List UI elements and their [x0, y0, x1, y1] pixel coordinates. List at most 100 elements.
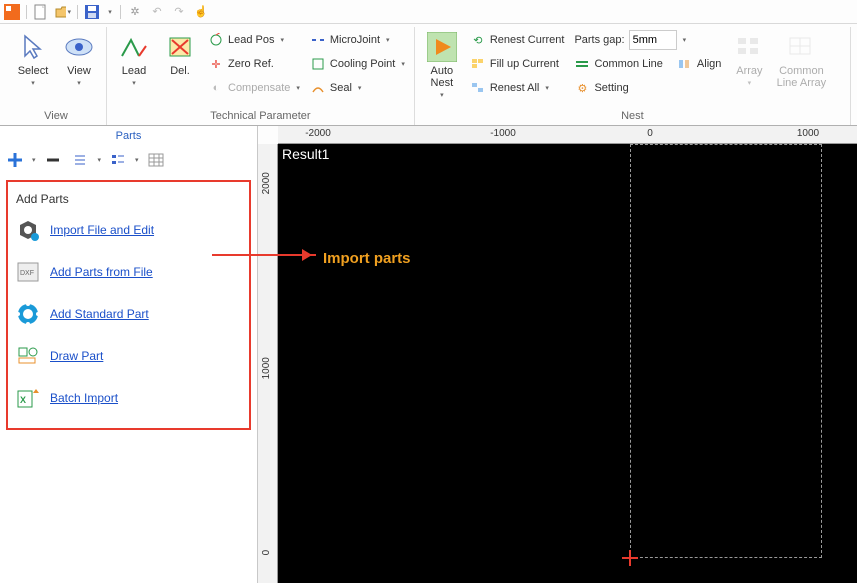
group-label-view: View [12, 108, 100, 125]
remove-icon[interactable] [42, 149, 64, 171]
vertical-ruler: 2000 1000 0 [258, 144, 278, 583]
setting-button[interactable]: ⚙Setting [571, 77, 724, 99]
play-icon [426, 31, 458, 63]
seal-icon [310, 80, 326, 96]
list-group-icon[interactable] [107, 149, 129, 171]
coolingpoint-button[interactable]: Cooling Point▾ [307, 53, 408, 75]
align-label: Align [697, 58, 721, 70]
separator [120, 5, 121, 19]
microjoint-icon [310, 32, 326, 48]
leadpos-icon [208, 32, 224, 48]
seal-label: Seal [330, 82, 352, 94]
redo-icon[interactable]: ↷ [171, 4, 187, 20]
lead-icon [118, 31, 150, 63]
add-from-file-link[interactable]: Add Parts from File [50, 265, 153, 279]
result-label: Result1 [282, 146, 329, 162]
side-panel: Parts ▾ ▾ ▾ Add Parts Import File and Ed… [0, 126, 258, 583]
main-area: Parts ▾ ▾ ▾ Add Parts Import File and Ed… [0, 126, 857, 583]
zeroref-label: Zero Ref. [228, 58, 274, 70]
view-label: View [67, 65, 91, 77]
batch-import-item[interactable]: X Batch Import [16, 386, 241, 410]
separator [26, 5, 27, 19]
array-label: Array [736, 65, 762, 77]
add-parts-box: Add Parts Import File and Edit DXF Add P… [6, 180, 251, 430]
canvas-area: -2000 -1000 0 1000 2000 1000 0 Result1 I… [258, 126, 857, 583]
open-file-icon[interactable] [55, 4, 71, 20]
annotation-arrow [212, 254, 316, 256]
lead-button[interactable]: Lead ▾ [113, 29, 155, 89]
commonlinearray-button: Common Line Array [774, 29, 828, 91]
import-file-edit-link[interactable]: Import File and Edit [50, 223, 154, 237]
add-standard-item[interactable]: Add Standard Part [16, 302, 241, 326]
renestall-label: Renest All [490, 82, 540, 94]
fillup-icon [470, 56, 486, 72]
commonline-label: Common Line [594, 58, 662, 70]
app-logo-icon [4, 4, 20, 20]
settings-gear-icon[interactable]: ✲ [127, 4, 143, 20]
undo-icon[interactable]: ↶ [149, 4, 165, 20]
new-file-icon[interactable] [33, 4, 49, 20]
grid-view-icon[interactable] [145, 149, 167, 171]
select-button[interactable]: Select ▾ [12, 29, 54, 89]
hand-cursor-icon[interactable]: ☝ [193, 4, 209, 20]
microjoint-button[interactable]: MicroJoint▾ [307, 29, 408, 51]
excel-import-icon: X [16, 386, 40, 410]
quick-access-toolbar: ▾ ✲ ↶ ↷ ☝ [0, 0, 857, 24]
coolingpoint-icon [310, 56, 326, 72]
cursor-icon [17, 31, 49, 63]
ribbon-group-view: Select ▾ View ▾ View [6, 27, 107, 125]
del-button[interactable]: Del. [159, 29, 201, 79]
import-file-edit-item[interactable]: Import File and Edit [16, 218, 241, 242]
commonlinearray-icon [785, 31, 817, 63]
separator [77, 5, 78, 19]
leadpos-button[interactable]: Lead Pos▾ [205, 29, 303, 51]
draw-part-link[interactable]: Draw Part [50, 349, 103, 363]
group-label-technical: Technical Parameter [113, 108, 408, 125]
gear-nut-icon [16, 218, 40, 242]
save-dropdown-icon[interactable]: ▾ [106, 4, 114, 20]
h-tick: 1000 [797, 128, 819, 139]
v-tick: 0 [261, 550, 272, 556]
dropdown-icon: ▾ [132, 79, 136, 87]
coolingpoint-label: Cooling Point [330, 58, 395, 70]
draw-part-item[interactable]: Draw Part [16, 344, 241, 368]
side-panel-title: Parts [0, 126, 257, 146]
renestcurrent-label: Renest Current [490, 34, 565, 46]
compensate-icon: ◐ [208, 80, 224, 96]
drawing-canvas[interactable]: Result1 Import parts [278, 144, 857, 583]
dropdown-icon: ▾ [440, 91, 444, 99]
seal-button[interactable]: Seal▾ [307, 77, 408, 99]
eye-icon [63, 31, 95, 63]
renestall-icon [470, 80, 486, 96]
partsgap-input[interactable] [629, 30, 677, 50]
renestcurrent-button[interactable]: ⟲Renest Current [467, 29, 568, 51]
v-tick: 1000 [261, 357, 272, 379]
batch-import-link[interactable]: Batch Import [50, 391, 118, 405]
commonlinearray-label: Common Line Array [777, 65, 827, 89]
autonest-button[interactable]: Auto Nest ▾ [421, 29, 463, 101]
dropdown-icon[interactable]: ▾ [683, 36, 687, 44]
fillupcurrent-button[interactable]: Fill up Current [467, 53, 568, 75]
h-tick: -2000 [305, 128, 331, 139]
sheet-outline [630, 144, 822, 558]
select-label: Select [18, 65, 49, 77]
zeroref-button[interactable]: ✛Zero Ref. [205, 53, 303, 75]
del-icon [164, 31, 196, 63]
add-from-file-item[interactable]: DXF Add Parts from File [16, 260, 241, 284]
align-button[interactable]: Align [674, 53, 724, 75]
partsgap-row: Parts gap: ▾ [571, 29, 724, 51]
list-sort-icon[interactable] [70, 149, 92, 171]
commonline-button[interactable]: Common Line [571, 53, 665, 75]
fillupcurrent-label: Fill up Current [490, 58, 559, 70]
add-standard-link[interactable]: Add Standard Part [50, 307, 149, 321]
horizontal-ruler: -2000 -1000 0 1000 [278, 126, 857, 144]
add-icon[interactable] [4, 149, 26, 171]
draw-icon [16, 344, 40, 368]
microjoint-label: MicroJoint [330, 34, 380, 46]
view-button[interactable]: View ▾ [58, 29, 100, 89]
compensate-button: ◐Compensate▾ [205, 77, 303, 99]
renestall-button[interactable]: Renest All▾ [467, 77, 568, 99]
save-icon[interactable] [84, 4, 100, 20]
setting-label: Setting [594, 82, 628, 94]
autonest-label: Auto Nest [431, 65, 454, 89]
